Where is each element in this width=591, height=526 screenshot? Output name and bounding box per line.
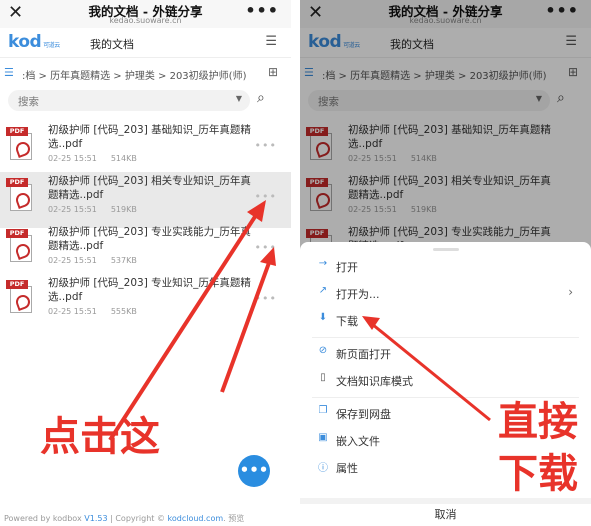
- annotation-text: 直接 下载: [498, 399, 578, 497]
- divider: [291, 0, 300, 526]
- annotation-arrow: [371, 322, 491, 422]
- annotation-text: 点击这: [40, 414, 160, 460]
- annotation-arrowhead: [260, 247, 276, 266]
- right-screenshot: ✕ 我的文档 - 外链分享 kedao.suoware.cn ••• kod 可道…: [300, 0, 591, 526]
- annotation-arrowhead: [247, 200, 266, 222]
- more-actions-button[interactable]: •••: [238, 455, 270, 487]
- footer: Powered by kodbox V1.53 | Copyright © ko…: [4, 514, 245, 523]
- left-screenshot: ✕ 我的文档 - 外链分享 kedao.suoware.cn ••• kod 可道…: [0, 0, 291, 526]
- annotation-arrow: [220, 259, 272, 393]
